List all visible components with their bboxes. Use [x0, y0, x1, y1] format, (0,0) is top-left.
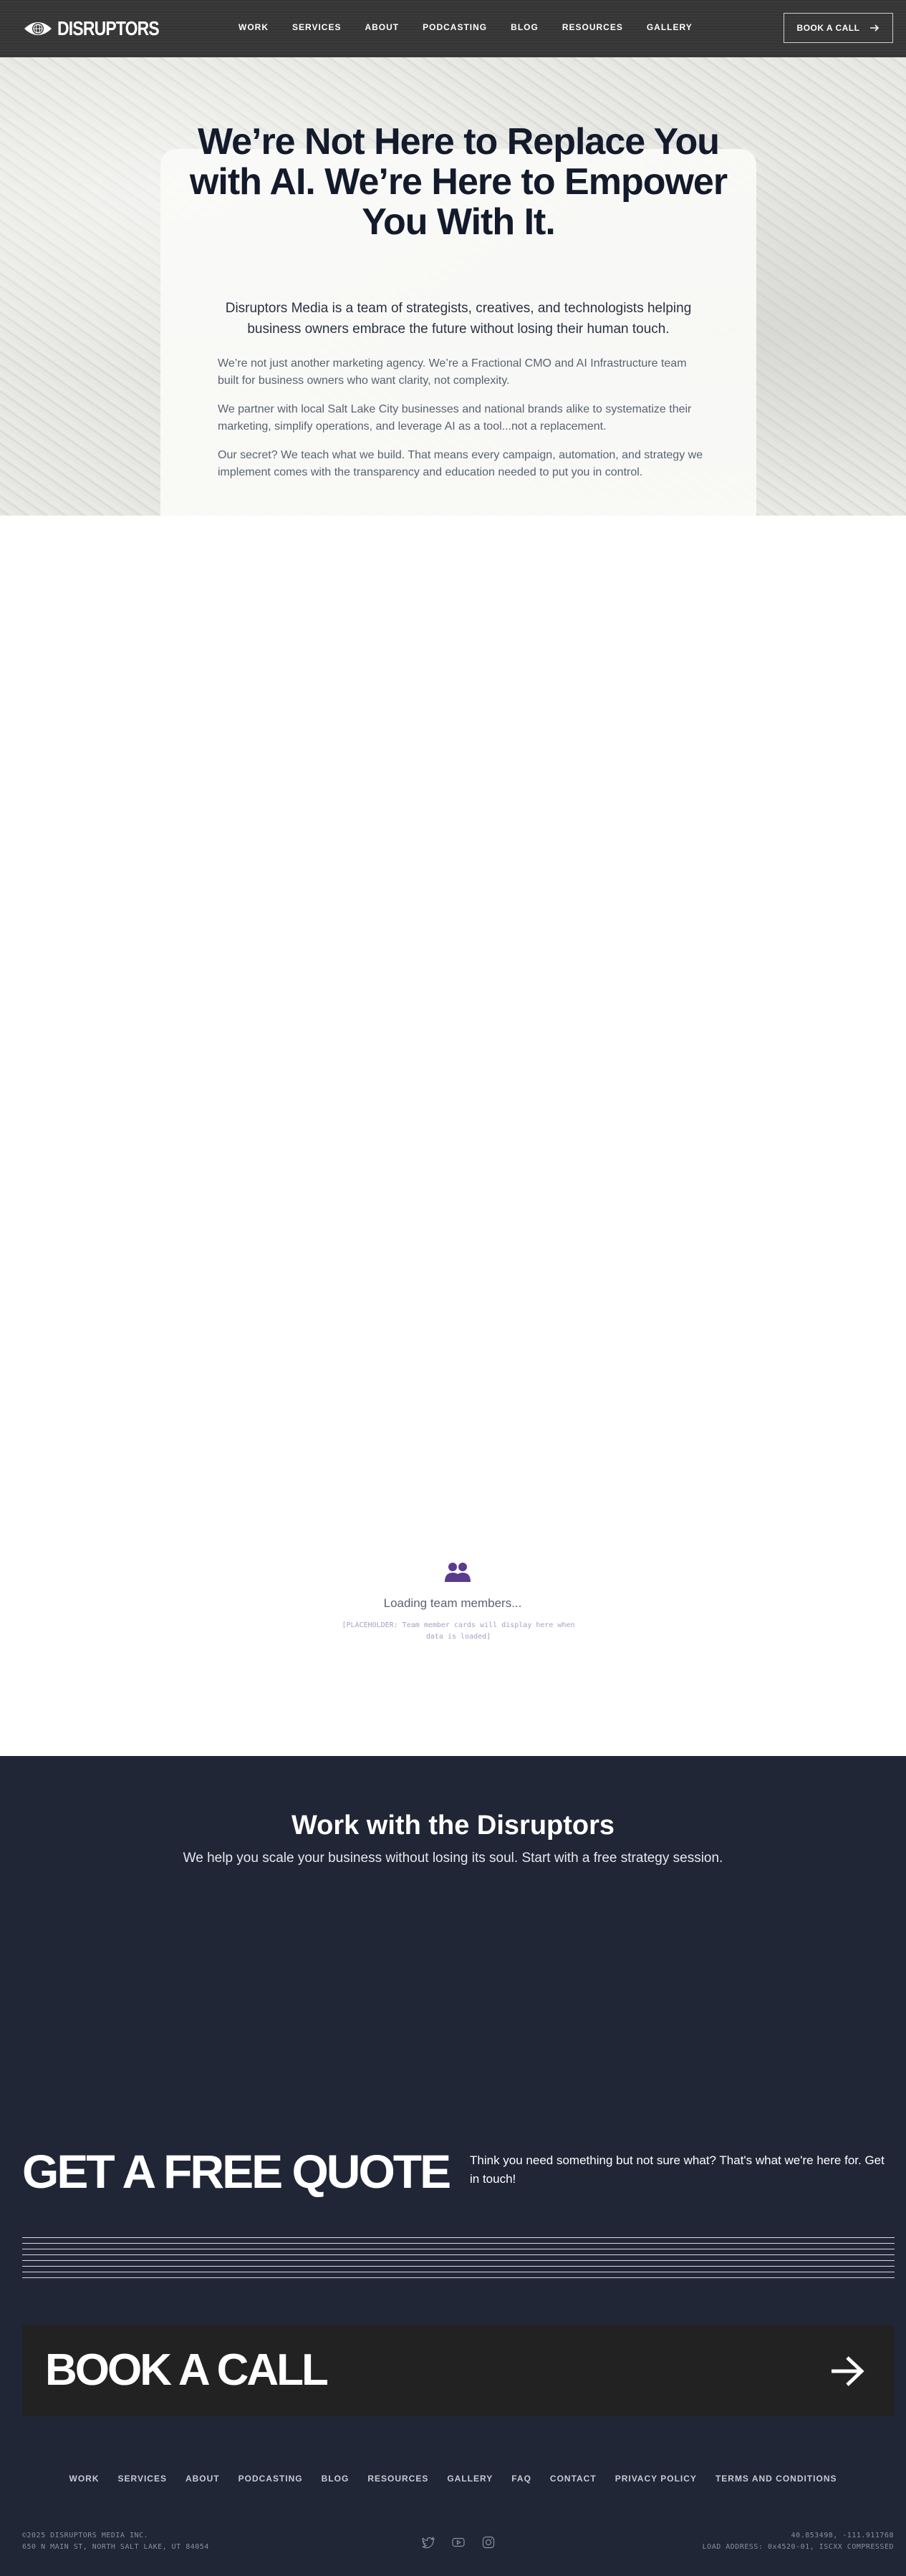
instagram-icon[interactable] — [481, 2535, 496, 2550]
work-with-section — [0, 1756, 906, 2091]
book-call-label: BOOK A CALL — [796, 23, 860, 33]
team-members-icon — [445, 1563, 471, 1582]
nav-blog[interactable]: BLOG — [511, 22, 539, 32]
twitter-icon[interactable] — [421, 2535, 435, 2550]
arrow-right-icon[interactable] — [829, 2355, 865, 2388]
hero-paragraph-1: We’re not just another marketing agency.… — [218, 357, 687, 387]
team-placeholder-text: [PLACEHOLDER: Team member cards will dis… — [342, 1621, 575, 1641]
social-links — [421, 2535, 496, 2550]
youtube-icon[interactable] — [451, 2535, 466, 2550]
book-call-button[interactable]: BOOK A CALL — [784, 13, 893, 43]
main-nav: WORK SERVICES ABOUT PODCASTING BLOG RESO… — [238, 22, 716, 32]
footer-nav-terms[interactable]: TERMS AND CONDITIONS — [715, 2474, 837, 2484]
footer-nav-resources[interactable]: RESOURCES — [367, 2474, 428, 2484]
nav-resources[interactable]: RESOURCES — [562, 22, 623, 32]
nav-gallery[interactable]: GALLERY — [647, 22, 693, 32]
hero-title: We’re Not Here to Replace You with AI. W… — [189, 121, 728, 243]
book-call-banner-text[interactable]: BOOK A CALL — [45, 2340, 329, 2401]
nav-services[interactable]: SERVICES — [292, 22, 341, 32]
footer-nav-faq[interactable]: FAQ — [511, 2474, 531, 2484]
footer-nav-gallery[interactable]: GALLERY — [447, 2474, 493, 2484]
load-address-text: LOAD ADDRESS: 0x4520-01, ISCXX COMPRESSE… — [702, 2543, 894, 2551]
footer-nav: WORK SERVICES ABOUT PODCASTING BLOG RESO… — [0, 2474, 906, 2484]
loading-team-text: Loading team members... — [383, 1596, 522, 1610]
hero-paragraph-3: Our secret? We teach what we build. That… — [218, 449, 703, 478]
work-subtitle: We help you scale your business without … — [183, 1851, 723, 1866]
decorative-lines — [22, 2237, 895, 2280]
nav-podcasting[interactable]: PODCASTING — [423, 22, 487, 32]
quote-title: GET A FREE QUOTE — [22, 2145, 451, 2198]
quote-text: Think you need something but not sure wh… — [470, 2153, 885, 2186]
copyright-text: ©2025 DISRUPTORS MEDIA INC. — [22, 2532, 149, 2539]
nav-work[interactable]: WORK — [238, 22, 269, 32]
logo-text: DISRUPTORS — [57, 17, 160, 39]
logo[interactable]: DISRUPTORS — [23, 17, 181, 40]
coordinates-text: 40.853498, -111.911768 — [791, 2532, 894, 2539]
nav-about[interactable]: ABOUT — [365, 22, 399, 32]
hero-subtitle: Disruptors Media is a team of strategist… — [225, 301, 692, 337]
hero-paragraph-2: We partner with local Salt Lake City bus… — [218, 403, 692, 433]
footer-nav-podcasting[interactable]: PODCASTING — [238, 2474, 303, 2484]
footer-nav-contact[interactable]: CONTACT — [550, 2474, 597, 2484]
footer-nav-work[interactable]: WORK — [69, 2474, 100, 2484]
eye-globe-icon — [24, 22, 52, 35]
site-header: DISRUPTORS WORK SERVICES ABOUT PODCASTIN… — [0, 0, 906, 57]
footer-nav-services[interactable]: SERVICES — [118, 2474, 167, 2484]
footer-nav-privacy[interactable]: PRIVACY POLICY — [615, 2474, 697, 2484]
arrow-right-icon — [870, 24, 880, 32]
footer-nav-about[interactable]: ABOUT — [185, 2474, 220, 2484]
footer-nav-blog[interactable]: BLOG — [322, 2474, 350, 2484]
address-text: 650 N MAIN ST, NORTH SALT LAKE, UT 84054 — [22, 2543, 209, 2551]
coordinates-block: 40.853498, -111.911768 LOAD ADDRESS: 0x4… — [703, 2530, 894, 2553]
copyright-block: ©2025 DISRUPTORS MEDIA INC. 650 N MAIN S… — [22, 2530, 209, 2553]
work-title: Work with the Disruptors — [291, 1810, 615, 1841]
